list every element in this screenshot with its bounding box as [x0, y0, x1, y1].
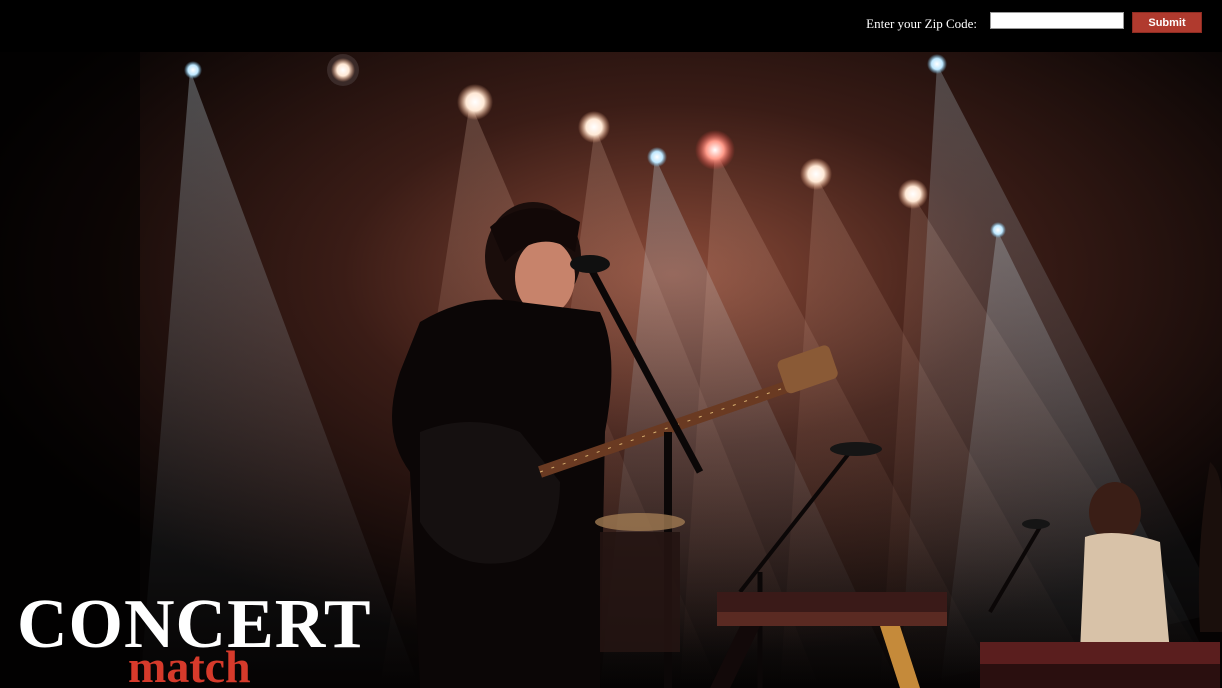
zip-code-input[interactable] — [990, 12, 1124, 29]
zip-code-label: Enter your Zip Code: — [866, 16, 977, 31]
logo-match-text: match — [128, 641, 251, 688]
hero-concert-photo: CONCERT match — [0, 52, 1222, 688]
top-bar: Enter your Zip Code: Submit — [0, 0, 1222, 52]
submit-button[interactable]: Submit — [1132, 12, 1202, 33]
